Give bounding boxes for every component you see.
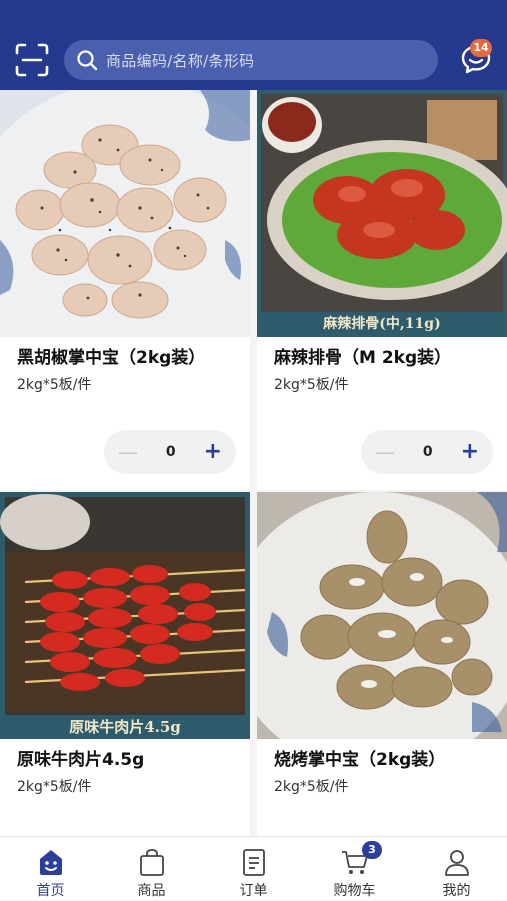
- message-badge: 14: [470, 39, 492, 57]
- quantity-value: 0: [165, 444, 176, 460]
- product-image: 原味牛肉片4.5g: [0, 492, 250, 739]
- tab-orders[interactable]: 订单: [203, 837, 304, 901]
- product-name: 原味牛肉片4.5g: [17, 750, 145, 770]
- product-image: [0, 90, 250, 337]
- search-input[interactable]: 商品编码/名称/条形码: [64, 40, 438, 80]
- quantity-value: 0: [422, 444, 433, 460]
- product-spec: 2kg*5板/件: [274, 779, 349, 795]
- product-image: 麻辣排骨(中,11g): [257, 90, 507, 337]
- quantity-stepper: — 0 +: [361, 430, 493, 474]
- search-icon: [77, 50, 98, 71]
- product-card[interactable]: 烧烤掌中宝（2kg装） 2kg*5板/件: [257, 492, 507, 892]
- cart-badge: 3: [362, 841, 382, 859]
- tab-label: 商品: [137, 883, 166, 899]
- product-card[interactable]: 原味牛肉片4.5g 原味牛肉片4.5g 2kg*5板/件: [0, 492, 250, 892]
- tab-products[interactable]: 商品: [101, 837, 202, 901]
- decrease-button[interactable]: —: [375, 442, 395, 462]
- tab-label: 订单: [239, 883, 268, 899]
- tab-mine[interactable]: 我的: [406, 837, 507, 901]
- product-name: 麻辣排骨（M 2kg装）: [274, 348, 452, 368]
- image-banner-text: 原味牛肉片4.5g: [69, 718, 181, 736]
- image-banner-text: 麻辣排骨(中,11g): [322, 315, 440, 332]
- product-card[interactable]: 麻辣排骨(中,11g) 麻辣排骨（M 2kg装） 2kg*5板/件 — 0 +: [257, 90, 507, 490]
- tab-label: 首页: [36, 883, 65, 899]
- product-spec: 2kg*5板/件: [17, 779, 92, 795]
- order-icon: [243, 849, 265, 876]
- product-grid: 黑胡椒掌中宝（2kg装） 2kg*5板/件 — 0 + 麻辣排骨(中,11g) …: [0, 90, 507, 892]
- tab-label: 购物车: [333, 883, 376, 899]
- search-placeholder: 商品编码/名称/条形码: [106, 51, 255, 70]
- tab-cart[interactable]: 3 购物车: [304, 837, 405, 901]
- increase-button[interactable]: +: [461, 441, 479, 463]
- product-card[interactable]: 黑胡椒掌中宝（2kg装） 2kg*5板/件 — 0 +: [0, 90, 250, 490]
- decrease-button[interactable]: —: [118, 442, 138, 462]
- scan-icon[interactable]: [14, 42, 50, 78]
- product-image: [257, 492, 507, 739]
- product-spec: 2kg*5板/件: [274, 377, 349, 393]
- quantity-stepper: — 0 +: [104, 430, 236, 474]
- top-bar: 商品编码/名称/条形码 14: [0, 0, 507, 90]
- user-icon: [445, 850, 469, 876]
- bag-icon: [140, 849, 164, 876]
- product-name: 烧烤掌中宝（2kg装）: [274, 750, 446, 770]
- home-icon: [40, 850, 62, 875]
- tab-home[interactable]: 首页: [0, 837, 101, 901]
- product-name: 黑胡椒掌中宝（2kg装）: [17, 348, 206, 368]
- product-spec: 2kg*5板/件: [17, 377, 92, 393]
- tab-label: 我的: [442, 883, 471, 899]
- increase-button[interactable]: +: [204, 441, 222, 463]
- bottom-tab-bar: 首页 商品 订单 3 购物车 我的: [0, 836, 507, 900]
